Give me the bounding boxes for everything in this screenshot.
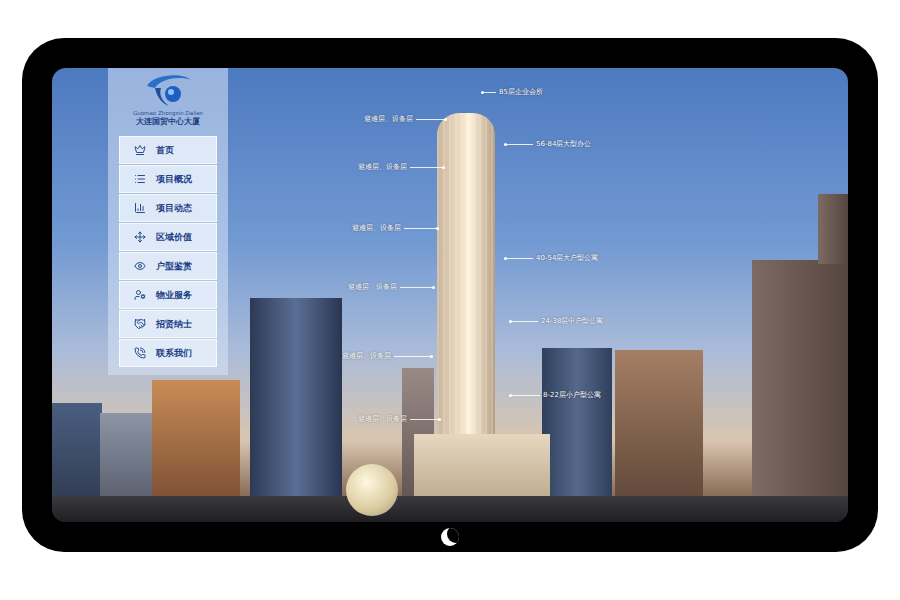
floor-annotation: 8-22层小户型公寓 (510, 390, 601, 400)
tower (437, 113, 495, 443)
annotation-label: 避难层、设备层 (348, 282, 397, 292)
logo-latin: Guomao Zhongxin.Dalian (133, 110, 203, 116)
menu-item[interactable]: 物业服务 (119, 281, 217, 309)
floor-annotation: 避难层、设备层 (358, 162, 444, 172)
leader-line (510, 321, 538, 322)
menu-item[interactable]: 户型鉴赏 (119, 252, 217, 280)
menu-item[interactable]: 区域价值 (119, 223, 217, 251)
floor-annotation: 避难层、设备层 (342, 351, 432, 361)
far-right-top-building (818, 194, 848, 264)
page: 85层企业会所避难层、设备层56-84层大型办公避难层、设备层避难层、设备层40… (0, 0, 900, 600)
menu-item[interactable]: 首页 (119, 136, 217, 164)
floor-annotation: 避难层、设备层 (358, 414, 440, 424)
floor-annotation: 56-84层大型办公 (505, 139, 591, 149)
orange-building (152, 380, 240, 505)
leader-line (410, 167, 444, 168)
handshake-icon (134, 318, 146, 330)
leader-line (394, 356, 432, 357)
leader-line (416, 119, 446, 120)
annotation-label: 24-38层中户型公寓 (541, 316, 603, 326)
home-area (441, 522, 459, 552)
right-glass-building (542, 348, 612, 508)
floor-annotation: 24-38层中户型公寓 (510, 316, 603, 326)
menu-item[interactable]: 项目概况 (119, 165, 217, 193)
annotation-label: 避难层、设备层 (364, 114, 413, 124)
leader-line (404, 228, 438, 229)
menu-item[interactable]: 联系我们 (119, 339, 217, 367)
logo-title: 大连国贸中心大厦 (136, 116, 200, 127)
menu: 首页项目概况项目动态区域价值户型鉴赏物业服务招贤纳士联系我们 (119, 136, 217, 367)
annotation-label: 避难层、设备层 (358, 414, 407, 424)
menu-item[interactable]: 招贤纳士 (119, 310, 217, 338)
move-icon (134, 231, 146, 243)
list-icon (134, 173, 146, 185)
leader-line (482, 92, 496, 93)
floor-annotation: 85层企业会所 (482, 87, 543, 97)
leader-line (505, 258, 533, 259)
annotation-label: 避难层、设备层 (358, 162, 407, 172)
annotation-label: 85层企业会所 (499, 87, 543, 97)
screen: 85层企业会所避难层、设备层56-84层大型办公避难层、设备层避难层、设备层40… (52, 68, 848, 522)
menu-item[interactable]: 项目动态 (119, 194, 217, 222)
right-brown-building (615, 350, 703, 510)
user-cog-icon (134, 289, 146, 301)
phone-icon (134, 347, 146, 359)
leader-line (410, 419, 440, 420)
floor-annotation: 避难层、设备层 (364, 114, 446, 124)
logo[interactable]: Guomao Zhongxin.Dalian大连国贸中心大厦 (133, 72, 203, 136)
sidebar: Guomao Zhongxin.Dalian大连国贸中心大厦首页项目概况项目动态… (108, 68, 228, 375)
ground (52, 496, 848, 522)
tablet-frame: 85层企业会所避难层、设备层56-84层大型办公避难层、设备层避难层、设备层40… (22, 38, 878, 552)
floor-annotation: 避难层、设备层 (352, 223, 438, 233)
home-button[interactable] (441, 528, 459, 546)
annotation-label: 56-84层大型办公 (536, 139, 591, 149)
floor-annotation: 避难层、设备层 (348, 282, 434, 292)
glass-tower (250, 298, 342, 498)
leader-line (400, 287, 434, 288)
far-right-building (752, 260, 848, 522)
leader-line (505, 144, 533, 145)
crown-icon (134, 144, 146, 156)
annotation-label: 避难层、设备层 (342, 351, 391, 361)
annotation-label: 8-22层小户型公寓 (543, 390, 601, 400)
dome (346, 464, 398, 516)
annotation-label: 避难层、设备层 (352, 223, 401, 233)
annotation-label: 40-54层大户型公寓 (536, 253, 598, 263)
eye-icon (134, 260, 146, 272)
floor-annotation: 40-54层大户型公寓 (505, 253, 598, 263)
chart-icon (134, 202, 146, 214)
leader-line (510, 395, 540, 396)
logo-icon (143, 72, 193, 108)
